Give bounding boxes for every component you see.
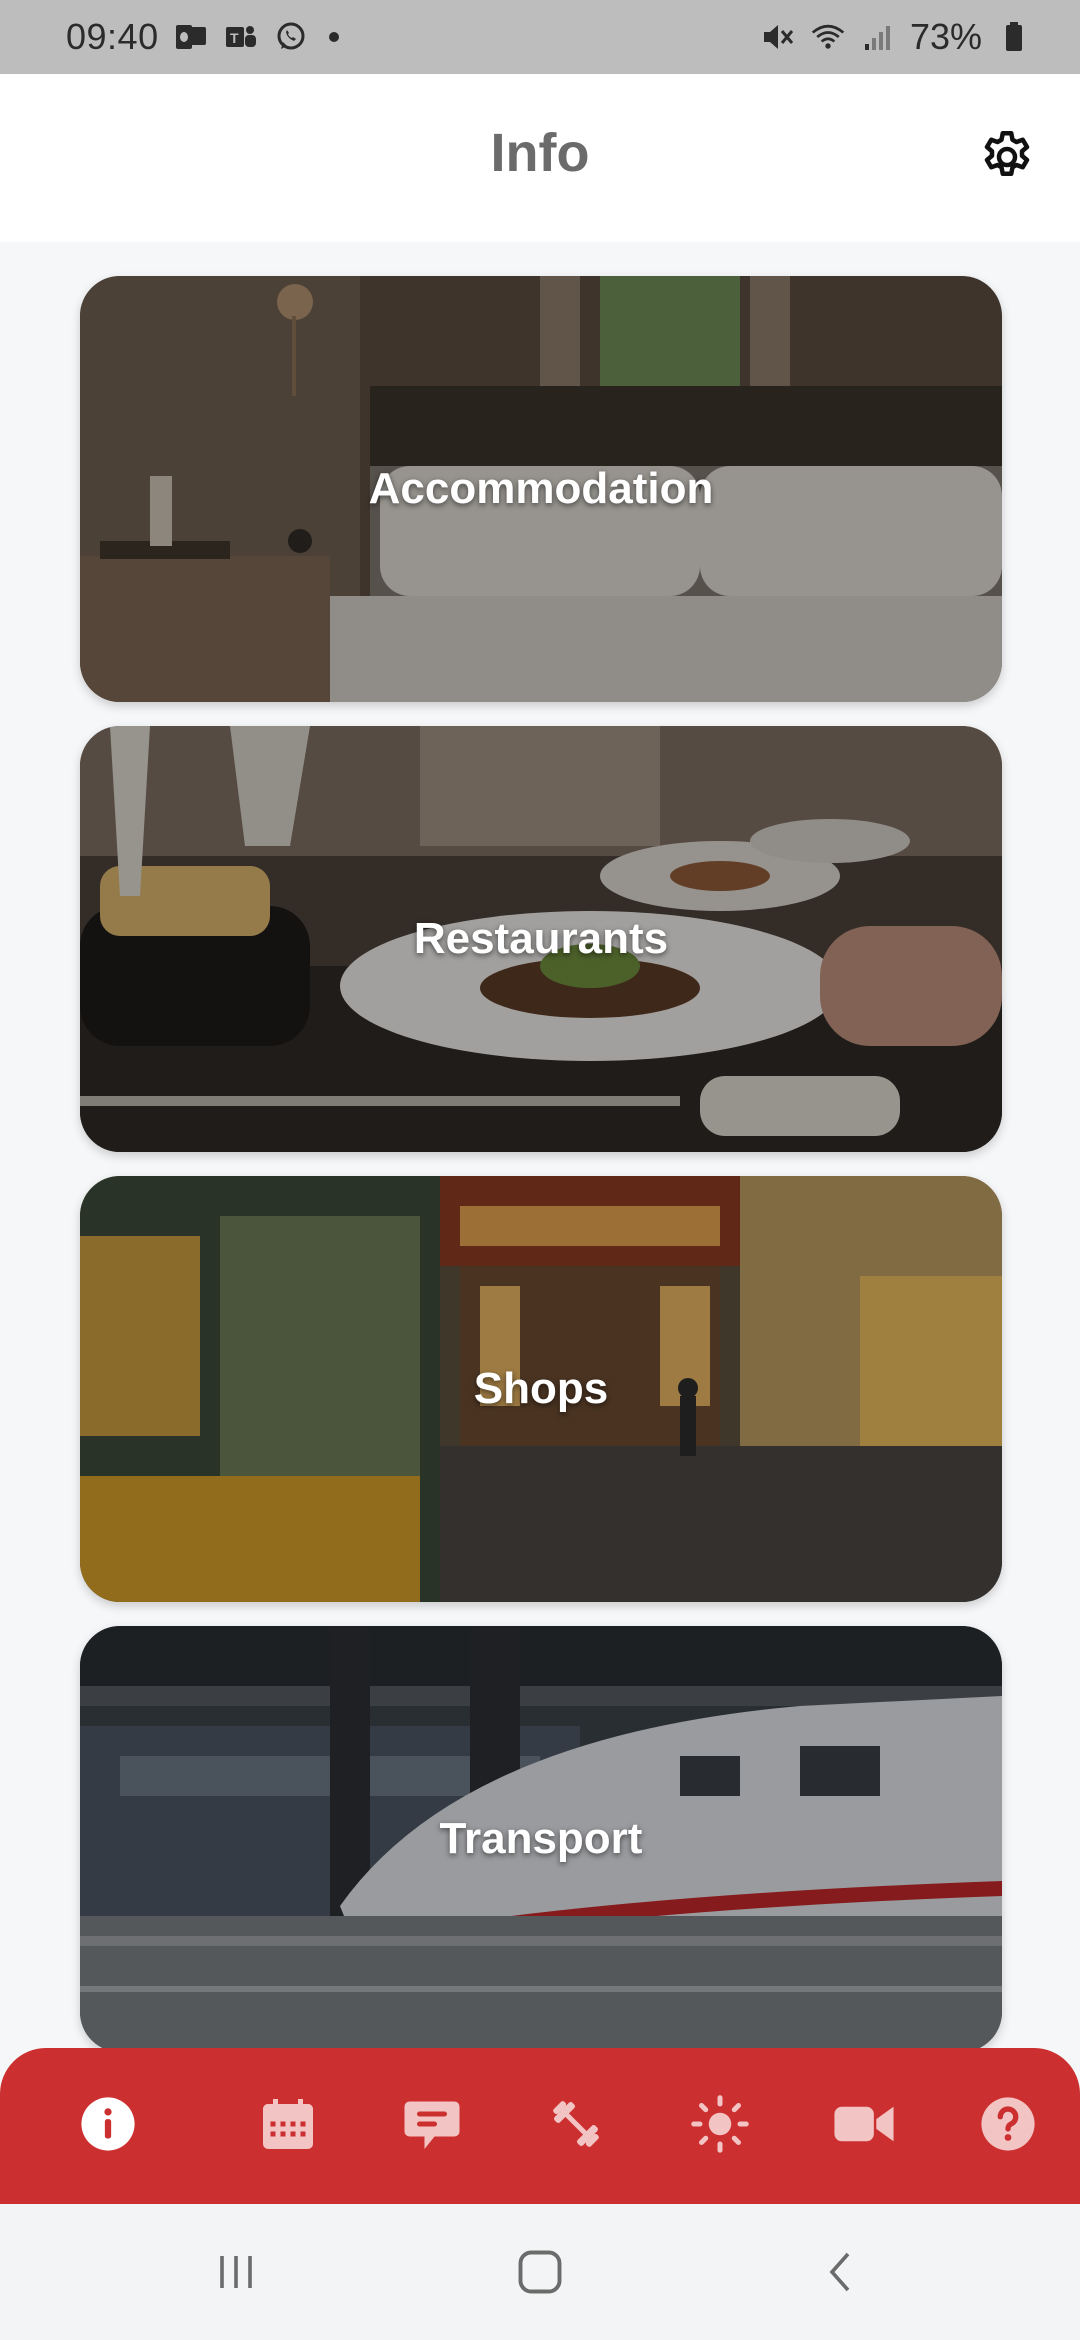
help-icon — [981, 2097, 1035, 2151]
nav-messages[interactable] — [392, 2084, 472, 2164]
status-bar-left: 09:40 T — [66, 16, 339, 58]
wifi-icon — [810, 19, 846, 55]
status-bar-right: 73% — [760, 16, 1032, 58]
status-time: 09:40 — [66, 16, 159, 57]
recents-icon — [220, 2256, 252, 2288]
recents-button[interactable] — [204, 2240, 268, 2304]
status-bar: 09:40 T 73% — [0, 0, 1080, 74]
settings-button[interactable] — [972, 122, 1042, 192]
nav-calendar[interactable] — [248, 2084, 328, 2164]
chat-icon — [404, 2101, 460, 2149]
signal-icon — [860, 19, 896, 55]
card-title: Transport — [439, 1814, 643, 1863]
home-button[interactable] — [508, 2240, 572, 2304]
back-button[interactable] — [810, 2240, 874, 2304]
battery-icon — [996, 19, 1032, 55]
notification-dot — [328, 32, 339, 42]
info-icon — [81, 2097, 135, 2151]
teams-icon: T — [223, 19, 259, 55]
nav-help[interactable] — [968, 2084, 1048, 2164]
category-list: Accommodation Restaurants Shops Transpor… — [80, 276, 1002, 2076]
system-nav-bar — [0, 2204, 1080, 2340]
app-header: Info — [0, 74, 1080, 242]
calendar-icon — [263, 2099, 313, 2149]
card-shops[interactable]: Shops — [80, 1176, 1002, 1602]
card-transport[interactable]: Transport — [80, 1626, 1002, 2052]
back-icon — [829, 2252, 850, 2292]
card-restaurants[interactable]: Restaurants — [80, 726, 1002, 1152]
bottom-nav — [0, 2048, 1080, 2204]
battery-percent: 73% — [909, 16, 982, 57]
outlook-icon — [173, 19, 209, 55]
nav-video[interactable] — [824, 2084, 904, 2164]
video-icon — [834, 2106, 894, 2142]
card-title: Accommodation — [368, 464, 714, 513]
page-title: Info — [490, 123, 590, 183]
nav-fitness[interactable] — [536, 2084, 616, 2164]
card-title: Restaurants — [413, 914, 669, 963]
home-icon — [518, 2250, 562, 2294]
sun-icon — [691, 2095, 749, 2153]
nav-weather[interactable] — [680, 2084, 760, 2164]
gear-icon — [984, 131, 1030, 176]
nav-info[interactable] — [68, 2084, 148, 2164]
fitness-icon — [553, 2101, 599, 2147]
svg-text:T: T — [230, 30, 239, 46]
whatsapp-icon — [273, 19, 309, 55]
card-accommodation[interactable]: Accommodation — [80, 276, 1002, 702]
card-title: Shops — [473, 1364, 609, 1413]
mute-icon — [760, 19, 796, 55]
